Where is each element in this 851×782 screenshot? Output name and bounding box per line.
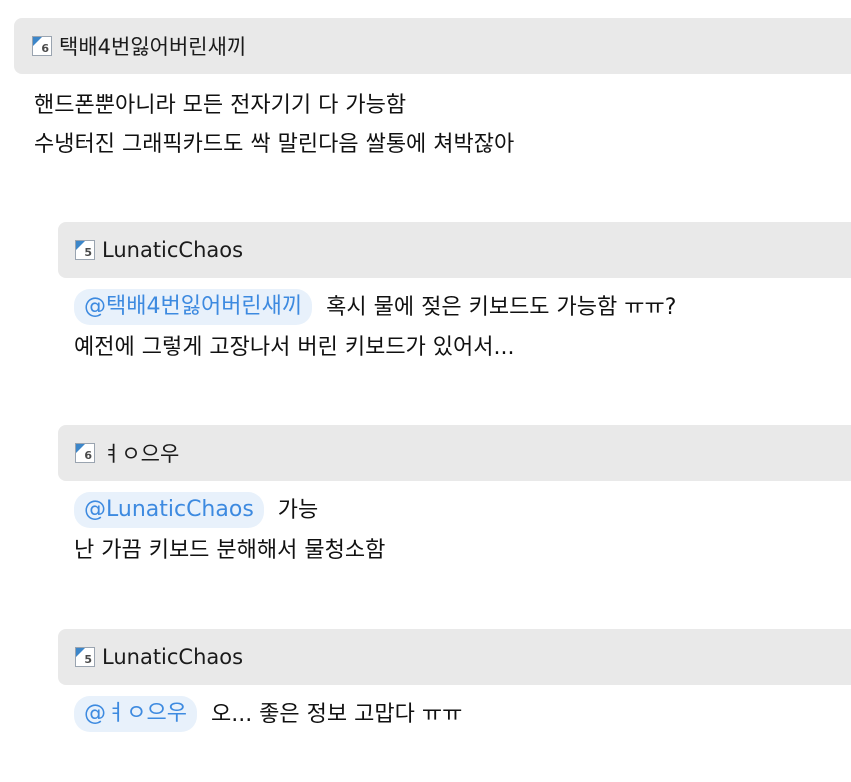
- comment-body: @ㅕㅇ으우 오... 좋은 정보 고맙다 ㅠㅠ: [58, 685, 851, 735]
- comment-reply: 5 LunaticChaos @ㅕㅇ으우 오... 좋은 정보 고맙다 ㅠㅠ: [58, 629, 851, 735]
- mention-tag[interactable]: @ㅕㅇ으우: [74, 696, 197, 732]
- comment-post: 6 택배4번잃어버린새끼 핸드폰뿐아니라 모든 전자기기 다 가능함 수냉터진 …: [14, 18, 851, 164]
- comment-line: 예전에 그렇게 고장나서 버린 키보드가 있어서...: [74, 335, 515, 360]
- author-nickname[interactable]: ㅕㅇ으우: [102, 438, 179, 468]
- comment-text: 혹시 물에 젖은 키보드도 가능함 ㅠㅠ?: [326, 294, 677, 320]
- comment-header: 6 택배4번잃어버린새끼: [14, 18, 851, 74]
- user-level-icon: 5: [75, 647, 95, 667]
- comment-header: 5 LunaticChaos: [58, 222, 851, 278]
- mention-tag[interactable]: @LunaticChaos: [74, 492, 264, 528]
- comment-line: 난 가끔 키보드 분해해서 물청소함: [74, 538, 386, 563]
- author-nickname[interactable]: LunaticChaos: [102, 238, 243, 262]
- user-level-icon: 6: [32, 36, 52, 56]
- comment-body: @LunaticChaos 가능 난 가끔 키보드 분해해서 물청소함: [58, 481, 851, 570]
- comment-line: 수냉터진 그래픽카드도 싹 말린다음 쌀통에 쳐박잖아: [34, 132, 515, 157]
- comment-header: 5 LunaticChaos: [58, 629, 851, 685]
- comment-header: 6 ㅕㅇ으우: [58, 425, 851, 481]
- comment-text: 오... 좋은 정보 고맙다 ㅠㅠ: [210, 701, 463, 727]
- comment-line: 핸드폰뿐아니라 모든 전자기기 다 가능함: [34, 93, 407, 118]
- author-nickname[interactable]: LunaticChaos: [102, 645, 243, 669]
- comment-body: @택배4번잃어버린새끼 혹시 물에 젖은 키보드도 가능함 ㅠㅠ? 예전에 그렇…: [58, 278, 851, 367]
- user-level-icon: 6: [75, 443, 95, 463]
- mention-tag[interactable]: @택배4번잃어버린새끼: [74, 289, 313, 325]
- user-level-icon: 5: [75, 240, 95, 260]
- comment-text: 가능: [277, 497, 319, 523]
- author-nickname[interactable]: 택배4번잃어버린새끼: [59, 31, 246, 61]
- comment-body: 핸드폰뿐아니라 모든 전자기기 다 가능함 수냉터진 그래픽카드도 싹 말린다음…: [14, 74, 851, 164]
- comment-reply: 6 ㅕㅇ으우 @LunaticChaos 가능 난 가끔 키보드 분해해서 물청…: [58, 425, 851, 570]
- comment-reply: 5 LunaticChaos @택배4번잃어버린새끼 혹시 물에 젖은 키보드도…: [58, 222, 851, 367]
